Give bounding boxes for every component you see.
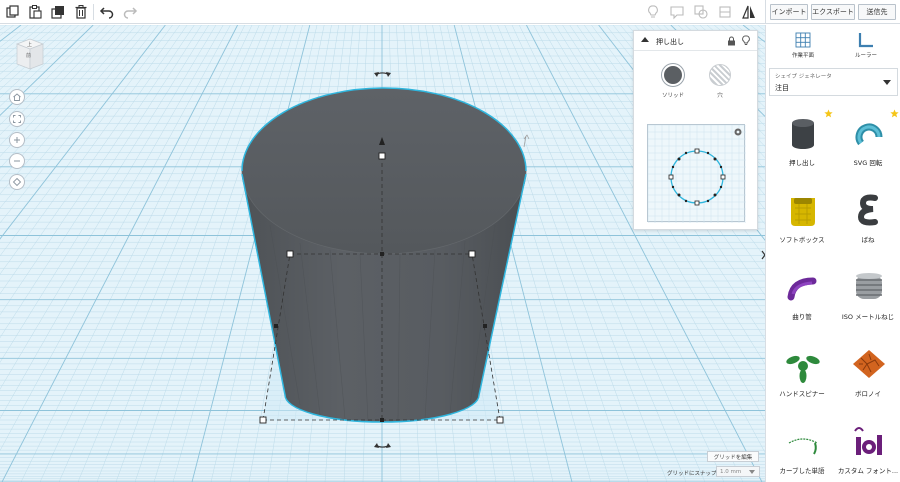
zoom-in-icon: [14, 137, 20, 143]
height-handle[interactable]: [378, 152, 386, 160]
chevron-down-icon: [883, 80, 891, 85]
speech-bubble-icon[interactable]: [668, 3, 686, 21]
workplane-label: 作業平面: [791, 53, 814, 59]
home-view-button[interactable]: [9, 89, 25, 105]
zoom-out-icon: [14, 160, 20, 162]
snap-grid-value: 1.0 mm: [720, 468, 742, 475]
shape-custom-font[interactable]: カスタム フォント...: [838, 421, 898, 482]
shape-iso-thread[interactable]: ISO メートルねじ: [838, 267, 898, 347]
lock-icon[interactable]: [727, 36, 736, 46]
shape-label: カーブした単語: [779, 467, 825, 475]
snap-grid-select[interactable]: 1.0 mm: [716, 466, 760, 477]
fit-icon: [13, 115, 21, 123]
iso-metric-thread-icon: [856, 273, 882, 299]
svg-revolve-icon: [855, 123, 883, 146]
shape-label: SVG 回転: [853, 159, 883, 167]
voronoi-icon: [853, 350, 885, 378]
view-cube-top-label: 上: [27, 42, 33, 48]
visibility-bulb-icon[interactable]: [742, 35, 750, 46]
perspective-icon: [12, 177, 22, 187]
light-bulb-icon[interactable]: [644, 3, 662, 21]
perspective-button[interactable]: [9, 174, 25, 190]
generator-value: 注目: [775, 84, 789, 92]
shape-spring[interactable]: ばね: [838, 190, 898, 270]
collapse-caret-icon[interactable]: [641, 37, 649, 42]
bent-pipe-icon: [787, 277, 817, 301]
undo-icon[interactable]: [98, 3, 116, 21]
corner-handle[interactable]: [286, 250, 294, 258]
cylinder-top-face[interactable]: [241, 87, 527, 255]
group-icon[interactable]: [692, 3, 710, 21]
mirror-icon[interactable]: [740, 3, 758, 21]
shape-label: ハンドスピナー: [779, 390, 825, 398]
solid-swatch[interactable]: [662, 64, 684, 86]
star-icon: [890, 109, 899, 118]
corner-handle[interactable]: [496, 416, 504, 424]
duplicate-icon[interactable]: [49, 3, 67, 21]
solid-label: ソリッド: [661, 93, 684, 99]
top-toolbar: [0, 0, 765, 24]
file-actions-bar: インポート エクスポート 送信先: [765, 0, 900, 24]
ruler-label: ルーラー: [854, 53, 877, 59]
shape-label: 曲り管: [792, 313, 812, 321]
send-to-button[interactable]: 送信先: [858, 4, 896, 20]
import-button[interactable]: インポート: [770, 4, 808, 20]
align-icon[interactable]: [716, 3, 734, 21]
extrude-sketch-editor[interactable]: [647, 124, 747, 224]
paste-icon[interactable]: [26, 3, 44, 21]
toolbar-divider: [93, 4, 94, 20]
redo-icon[interactable]: [121, 3, 139, 21]
hole-label: 穴: [717, 93, 723, 99]
shape-inspector-panel: 押し出し ソリッド 穴: [633, 30, 758, 230]
inspector-title: 押し出し: [656, 38, 684, 46]
view-cube[interactable]: 上 前: [14, 38, 46, 72]
soft-box-icon: [791, 198, 815, 226]
generator-label: シェイプ ジェネレータ: [775, 74, 832, 80]
shape-svg-revolve[interactable]: SVG 回転: [838, 109, 899, 193]
snap-grid-label: グリッドにスナップ: [667, 471, 717, 477]
custom-font-icon: [854, 427, 882, 455]
home-icon: [13, 93, 21, 101]
workplane-tool[interactable]: 作業平面: [779, 31, 827, 65]
shapes-sidebar: 作業平面 ルーラー シェイプ ジェネレータ 注目 押し出し SVG 回転 ソフト…: [765, 25, 900, 482]
workplane-icon: [795, 32, 811, 48]
shape-soft-box[interactable]: ソフトボックス: [772, 190, 832, 270]
inspector-header: 押し出し: [634, 31, 757, 51]
curved-word-icon: [788, 438, 818, 455]
shape-label: ボロノイ: [855, 390, 881, 398]
shape-bent-pipe[interactable]: 曲り管: [772, 267, 832, 347]
zoom-in-button[interactable]: [9, 132, 25, 148]
view-cube-front-label: 前: [26, 53, 32, 59]
spring-icon: [857, 194, 878, 226]
shape-label: ソフトボックス: [779, 236, 825, 244]
shape-extrude[interactable]: 押し出し: [772, 109, 833, 193]
shape-generator-select[interactable]: シェイプ ジェネレータ 注目: [769, 68, 898, 96]
shape-label: 押し出し: [789, 159, 815, 167]
zoom-out-button[interactable]: [9, 153, 25, 169]
fit-view-button[interactable]: [9, 111, 25, 127]
hole-swatch[interactable]: [709, 64, 731, 86]
corner-handle[interactable]: [259, 416, 267, 424]
export-button[interactable]: エクスポート: [811, 4, 855, 20]
star-icon: [824, 109, 833, 118]
gear-icon[interactable]: [734, 128, 742, 136]
copy-icon[interactable]: [4, 3, 22, 21]
extrude-icon: [792, 119, 814, 149]
shape-label: カスタム フォント...: [837, 467, 899, 475]
tinkercad-editor: インポート エクスポート 送信先 上 前 押し出し ソリッド 穴 グリッドを編集…: [0, 0, 900, 482]
edit-grid-button[interactable]: グリッドを編集: [707, 451, 759, 462]
ruler-tool[interactable]: ルーラー: [842, 31, 890, 65]
ruler-icon: [858, 33, 873, 48]
shape-curved-word[interactable]: カーブした単語: [772, 421, 832, 482]
shape-label: ISO メートルねじ: [841, 313, 895, 321]
delete-icon[interactable]: [72, 3, 90, 21]
corner-handle[interactable]: [468, 250, 476, 258]
shape-voronoi[interactable]: ボロノイ: [838, 344, 898, 424]
hand-spinner-icon: [786, 355, 820, 383]
shape-hand-spinner[interactable]: ハンドスピナー: [772, 344, 832, 424]
shape-label: ばね: [861, 236, 875, 244]
